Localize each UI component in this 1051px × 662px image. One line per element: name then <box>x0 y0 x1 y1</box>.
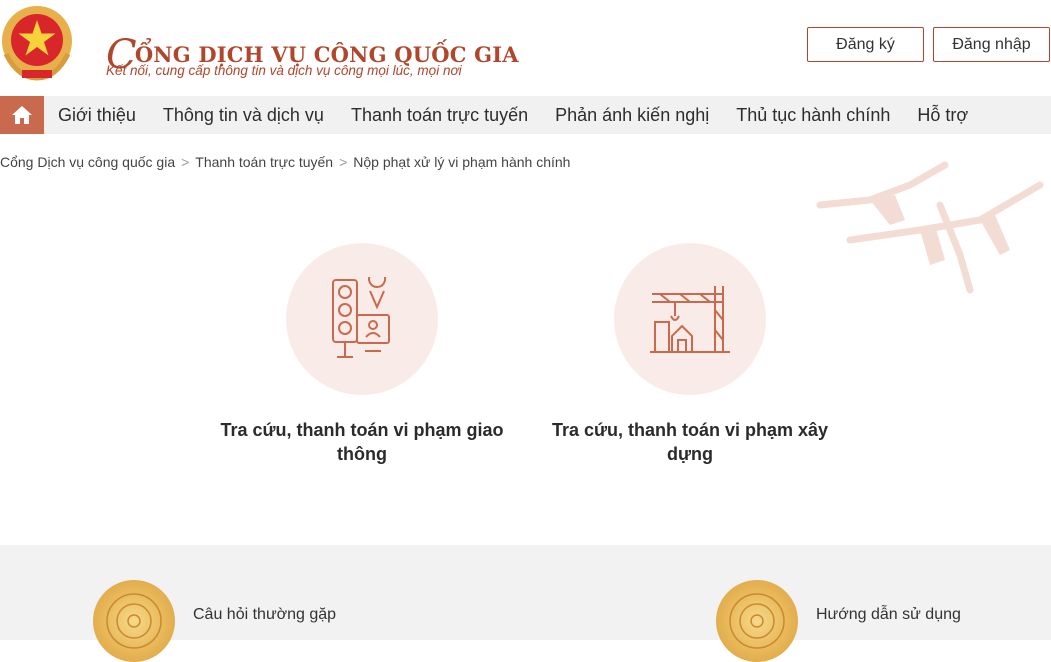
register-button[interactable]: Đăng ký <box>807 27 924 62</box>
main-nav: Giới thiệu Thông tin và dịch vụ Thanh to… <box>0 96 1051 134</box>
footer-panel: Câu hỏi thường gặp Hướng dẫn sử dụng <box>0 545 1051 662</box>
traffic-light-icon <box>332 277 390 358</box>
login-button[interactable]: Đăng nhập <box>933 27 1050 62</box>
faq-link[interactable]: Câu hỏi thường gặp <box>93 580 336 662</box>
user-guide-label[interactable]: Hướng dẫn sử dụng <box>816 606 961 624</box>
breadcrumb-separator: > <box>339 154 348 170</box>
nav-item-thong-tin-dich-vu[interactable]: Thông tin và dịch vụ <box>163 105 324 126</box>
breadcrumb: Cổng Dịch vụ công quốc gia > Thanh toán tr… <box>0 154 570 170</box>
service-card-label[interactable]: Tra cứu, thanh toán vi phạm xây dựng <box>540 418 840 466</box>
construction-crane-icon <box>650 286 730 353</box>
breadcrumb-item-payment[interactable]: Thanh toán trực tuyến <box>195 154 333 170</box>
breadcrumb-item-current: Nộp phạt xử lý vi phạm hành chính <box>353 154 571 170</box>
home-icon <box>12 106 32 124</box>
nav-item-gioi-thieu[interactable]: Giới thiệu <box>58 105 136 126</box>
breadcrumb-item-home[interactable]: Cổng Dịch vụ công quốc gia <box>0 154 175 170</box>
emblem-seal-icon <box>93 580 175 662</box>
decorative-birds-icon <box>816 161 1044 294</box>
nav-home-button[interactable] <box>0 96 44 134</box>
breadcrumb-separator: > <box>181 154 190 170</box>
nav-item-ho-tro[interactable]: Hỗ trợ <box>917 105 968 126</box>
site-header: CỔNG DỊCH VỤ CÔNG QUỐC GIA Kết nối, cung… <box>0 0 1051 96</box>
service-card-icon-bg <box>614 243 766 395</box>
service-card-construction[interactable]: Tra cứu, thanh toán vi phạm xây dựng <box>540 243 840 466</box>
user-guide-link[interactable]: Hướng dẫn sử dụng <box>716 580 961 662</box>
national-emblem-icon[interactable] <box>0 4 74 82</box>
service-card-label[interactable]: Tra cứu, thanh toán vi phạm giao thông <box>212 418 512 466</box>
nav-item-thu-tuc[interactable]: Thủ tục hành chính <box>736 105 890 126</box>
site-tagline: Kết nối, cung cấp thông tin và dịch vụ c… <box>106 63 462 78</box>
nav-item-phan-anh[interactable]: Phản ánh kiến nghị <box>555 105 709 126</box>
service-card-traffic[interactable]: Tra cứu, thanh toán vi phạm giao thông <box>212 243 512 466</box>
emblem-seal-icon <box>716 580 798 662</box>
service-card-icon-bg <box>286 243 438 395</box>
nav-item-thanh-toan[interactable]: Thanh toán trực tuyến <box>351 105 528 126</box>
faq-label[interactable]: Câu hỏi thường gặp <box>193 606 336 624</box>
